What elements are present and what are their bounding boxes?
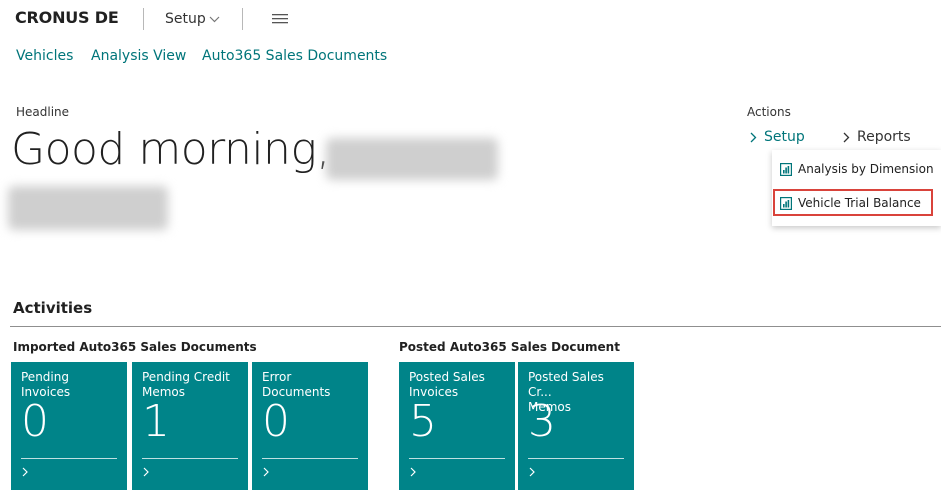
action-reports-label: Reports (857, 129, 911, 145)
tile-divider (142, 458, 238, 459)
chevron-right-icon (263, 467, 269, 477)
divider (143, 8, 144, 30)
actions-label: Actions (747, 105, 791, 119)
menu-item-label: Analysis by Dimension (798, 162, 934, 176)
tile-value: 3 (528, 396, 556, 447)
nav-link-vehicles[interactable]: Vehicles (16, 48, 73, 64)
redacted-user-name (8, 186, 168, 230)
highlight-box (773, 189, 933, 216)
group-title-posted: Posted Auto365 Sales Document (399, 340, 620, 354)
nav-link-auto365-sales-documents[interactable]: Auto365 Sales Documents (202, 48, 387, 64)
tile-divider (528, 458, 624, 459)
tile-value: 0 (262, 396, 290, 447)
redacted-user-name (326, 138, 498, 180)
setup-menu-label: Setup (165, 11, 206, 27)
group-title-imported: Imported Auto365 Sales Documents (13, 340, 257, 354)
divider (242, 8, 243, 30)
tile-divider (21, 458, 117, 459)
chevron-right-icon (410, 467, 416, 477)
chevron-right-icon (843, 132, 850, 142)
tile-pending-invoices[interactable]: Pending Invoices 0 (11, 362, 127, 490)
action-setup[interactable]: Setup (750, 129, 805, 145)
chevron-right-icon (529, 467, 535, 477)
chevron-right-icon (750, 132, 757, 142)
tile-value: 1 (142, 396, 170, 447)
headline-label: Headline (16, 105, 70, 119)
setup-menu[interactable]: Setup (165, 11, 220, 27)
report-icon (780, 162, 792, 176)
tile-error-documents[interactable]: Error Documents 0 (252, 362, 368, 490)
hamburger-menu-icon[interactable] (272, 11, 288, 25)
tile-divider (262, 458, 358, 459)
action-reports[interactable]: Reports (843, 129, 911, 145)
tile-pending-credit-memos[interactable]: Pending Credit Memos 1 (132, 362, 248, 490)
menu-item-analysis-by-dimension[interactable]: Analysis by Dimension (780, 158, 934, 180)
tile-posted-sales-credit-memos[interactable]: Posted Sales Cr... Memos 3 (518, 362, 634, 490)
tile-posted-sales-invoices[interactable]: Posted Sales Invoices 5 (399, 362, 515, 490)
tile-divider (409, 458, 505, 459)
divider (10, 326, 941, 327)
activities-title: Activities (13, 299, 93, 317)
greeting-text: Good morning, (11, 124, 330, 175)
chevron-down-icon (209, 16, 220, 22)
chevron-right-icon (22, 467, 28, 477)
action-setup-label: Setup (764, 129, 805, 145)
chevron-right-icon (143, 467, 149, 477)
company-name[interactable]: CRONUS DE (15, 8, 119, 27)
nav-link-analysis-view[interactable]: Analysis View (91, 48, 186, 64)
tile-value: 5 (409, 396, 437, 447)
tile-value: 0 (21, 396, 49, 447)
